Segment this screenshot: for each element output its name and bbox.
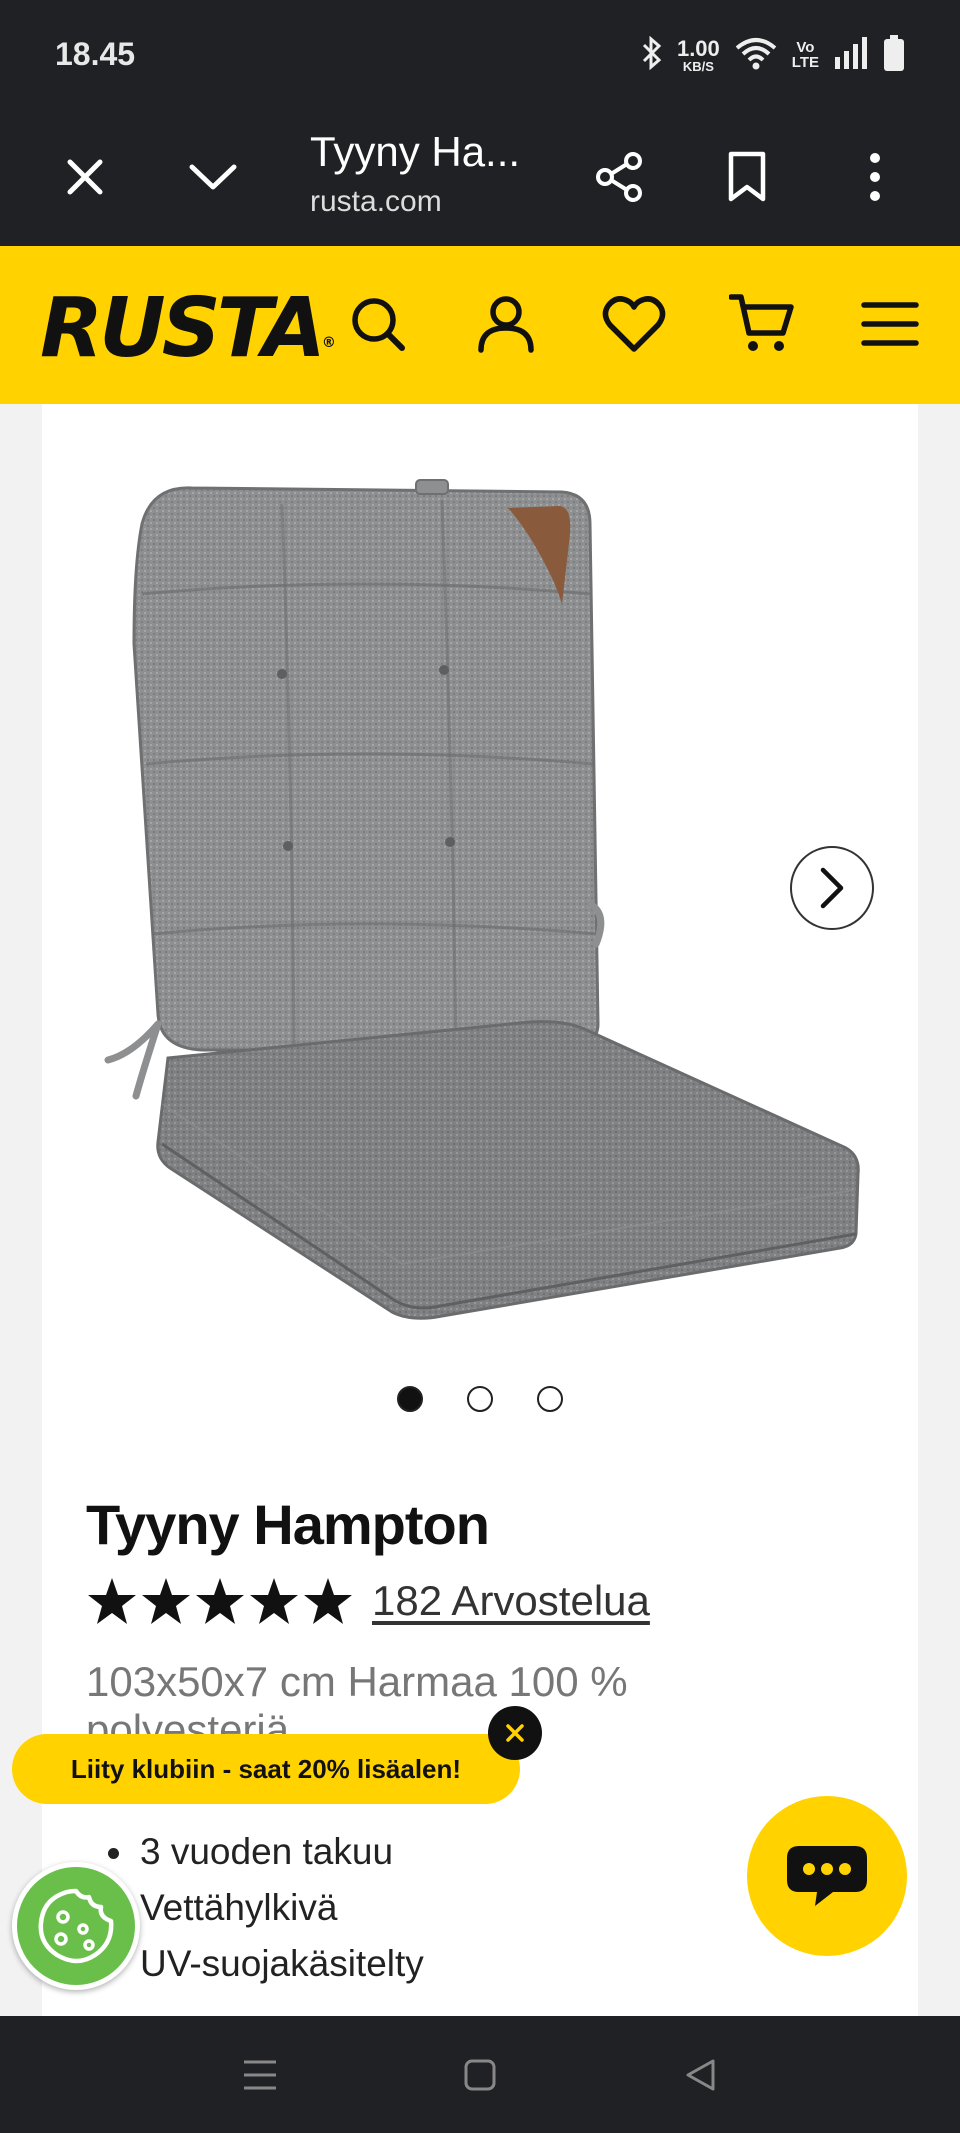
- cart-icon: [729, 294, 794, 351]
- bookmark-button[interactable]: [712, 142, 782, 212]
- club-banner[interactable]: Liity klubiin - saat 20% lisäalen!: [12, 1734, 520, 1804]
- rusta-logo[interactable]: RUSTA®: [40, 284, 336, 374]
- recent-apps-icon: [244, 2060, 276, 2089]
- chevron-down-icon: [189, 164, 237, 190]
- feature-item: Vettähylkivä: [140, 1887, 338, 1928]
- status-time: 18.45: [55, 36, 136, 72]
- close-icon: [67, 159, 103, 195]
- wifi-icon: [734, 36, 778, 75]
- feature-list: 3 vuoden takuu Vettähylkivä UV-suojakäsi…: [108, 1824, 424, 1992]
- star-icon: [250, 1578, 298, 1624]
- more-options-button[interactable]: [840, 142, 910, 212]
- signal-icon: [833, 36, 869, 74]
- back-icon: [686, 2059, 715, 2090]
- share-button[interactable]: [584, 142, 654, 212]
- product-image[interactable]: [42, 444, 918, 1344]
- carousel-dot[interactable]: [467, 1386, 493, 1412]
- url-text: rusta.com: [310, 185, 442, 218]
- status-icons: 1.00 KB/S Vo LTE: [641, 30, 905, 80]
- close-tab-button[interactable]: [50, 142, 120, 212]
- browser-toolbar: Tyyny Ha... rusta.com: [0, 108, 960, 246]
- bookmark-icon: [728, 151, 766, 202]
- more-vert-icon: [870, 153, 880, 201]
- product-title: Tyyny Hampton: [86, 1493, 490, 1556]
- chat-icon: [787, 1846, 867, 1906]
- search-icon: [352, 298, 405, 351]
- cookie-icon: [38, 1888, 114, 1964]
- star-icon: [304, 1578, 352, 1624]
- minimize-tab-button[interactable]: [178, 142, 248, 212]
- system-nav-bar: [0, 2016, 960, 2133]
- back-button[interactable]: [670, 2045, 730, 2105]
- product-subtitle-continued: polyesteriä: [86, 1706, 290, 1736]
- star-icon: [196, 1578, 244, 1624]
- cart-button[interactable]: [724, 286, 800, 362]
- chevron-right-icon: [820, 867, 844, 909]
- next-image-button[interactable]: [790, 846, 874, 930]
- chat-button[interactable]: [747, 1796, 907, 1956]
- rating-stars: [86, 1576, 354, 1626]
- image-carousel-dots: [42, 1386, 918, 1412]
- club-banner-close-button[interactable]: [488, 1706, 542, 1760]
- heart-icon: [602, 296, 666, 352]
- account-button[interactable]: [468, 286, 544, 362]
- recent-apps-button[interactable]: [230, 2045, 290, 2105]
- home-icon: [464, 2059, 496, 2090]
- home-button[interactable]: [450, 2045, 510, 2105]
- menu-button[interactable]: [852, 286, 928, 362]
- search-button[interactable]: [340, 286, 416, 362]
- product-subtitle: 103x50x7 cm Harmaa 100 %: [86, 1658, 628, 1705]
- site-header: RUSTA®: [0, 246, 960, 404]
- star-icon: [88, 1578, 136, 1624]
- battery-icon: [883, 34, 905, 76]
- rating-row: 182 Arvostelua: [86, 1576, 650, 1626]
- account-icon: [478, 296, 534, 353]
- close-icon: [506, 1724, 524, 1742]
- cushion-illustration: [104, 479, 860, 1320]
- feature-item: 3 vuoden takuu: [108, 1824, 424, 1880]
- carousel-dot[interactable]: [537, 1386, 563, 1412]
- tab-title: Tyyny Ha...: [310, 128, 521, 175]
- net-speed: 1.00 KB/S: [676, 35, 720, 74]
- feature-item: UV-suojakäsitelty: [140, 1943, 424, 1984]
- carousel-dot[interactable]: [397, 1386, 423, 1412]
- wishlist-button[interactable]: [596, 286, 672, 362]
- reviews-link[interactable]: 182 Arvostelua: [372, 1577, 650, 1625]
- page-address[interactable]: Tyyny Ha... rusta.com: [310, 122, 520, 222]
- status-bar: 18.45 1.00 KB/S Vo LTE: [0, 0, 960, 108]
- volte-indicator: Vo LTE: [791, 39, 819, 71]
- share-icon: [596, 152, 642, 202]
- star-icon: [142, 1578, 190, 1624]
- bluetooth-icon: [641, 35, 663, 75]
- menu-icon: [861, 302, 919, 346]
- cookie-settings-button[interactable]: [12, 1862, 140, 1990]
